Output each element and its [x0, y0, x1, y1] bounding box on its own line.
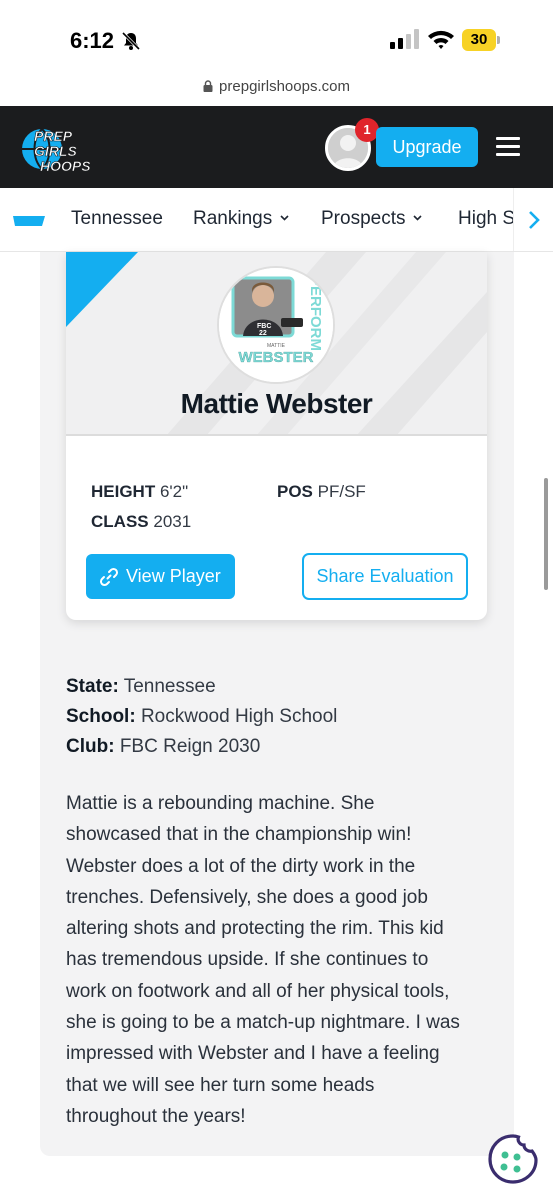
evaluation-text: Mattie is a rebounding machine. She show… [66, 793, 460, 1127]
svg-text:FBC: FBC [257, 323, 271, 330]
upgrade-button[interactable]: Upgrade [376, 127, 478, 167]
nav-item-prospects[interactable]: Prospects [321, 208, 423, 230]
cellular-signal-icon [390, 29, 419, 49]
bell-off-icon [121, 31, 141, 51]
status-bar: 6:12 30 [0, 0, 553, 78]
svg-text:WEBSTER: WEBSTER [239, 349, 314, 366]
wifi-icon [428, 30, 454, 49]
state-line: State: Tennessee [66, 676, 216, 697]
player-card-banner: FBC 22 PERFORM MATTIE WEBSTER Mattie Web… [66, 252, 487, 436]
status-time: 6:12 [70, 28, 115, 53]
battery-level: 30 [470, 31, 488, 48]
nav-item-tennessee[interactable]: Tennessee [71, 208, 163, 230]
battery-charging-icon: 30 [462, 29, 500, 51]
chevron-right-icon [529, 211, 540, 229]
nav-scroll-next-button[interactable] [513, 188, 553, 251]
url-text: prepgirlshoops.com [219, 78, 350, 95]
share-evaluation-button[interactable]: Share Evaluation [302, 553, 468, 600]
menu-icon[interactable] [496, 137, 520, 157]
player-graphic: FBC 22 PERFORM MATTIE WEBSTER [219, 268, 333, 382]
svg-text:HOOPS: HOOPS [40, 158, 91, 173]
school-line: School: Rockwood High School [66, 706, 338, 727]
browser-url-bar[interactable]: prepgirlshoops.com [0, 78, 553, 106]
height-stat: HEIGHT 6'2" [91, 482, 189, 501]
tennessee-state-icon [13, 216, 45, 226]
scrollbar[interactable] [544, 478, 548, 590]
position-stat: POS PF/SF [277, 482, 366, 501]
view-player-button[interactable]: View Player [86, 554, 235, 599]
link-icon [99, 567, 119, 587]
lock-icon [203, 80, 213, 92]
sub-navigation: Tennessee Rankings Prospects High S [0, 188, 553, 252]
player-card: FBC 22 PERFORM MATTIE WEBSTER Mattie Web… [66, 252, 487, 620]
player-name: Mattie Webster [180, 388, 373, 419]
class-stat: CLASS 2031 [91, 512, 192, 531]
svg-text:PREP: PREP [34, 128, 73, 144]
club-line: Club: FBC Reign 2030 [66, 736, 261, 757]
nav-item-high-school[interactable]: High S [458, 208, 515, 230]
site-header: PREP GIRLS HOOPS 1 Upgrade [0, 106, 553, 188]
nav-item-rankings[interactable]: Rankings [193, 208, 289, 230]
cookie-settings-icon[interactable] [487, 1133, 539, 1185]
chevron-down-icon [413, 215, 423, 221]
chevron-down-icon [280, 215, 289, 221]
player-photo[interactable]: FBC 22 PERFORM MATTIE WEBSTER [217, 266, 335, 384]
svg-text:GIRLS: GIRLS [34, 143, 77, 159]
prep-girls-hoops-logo[interactable]: PREP GIRLS HOOPS [20, 125, 96, 173]
svg-text:PERFORM: PERFORM [307, 276, 324, 351]
svg-text:22: 22 [259, 330, 267, 337]
